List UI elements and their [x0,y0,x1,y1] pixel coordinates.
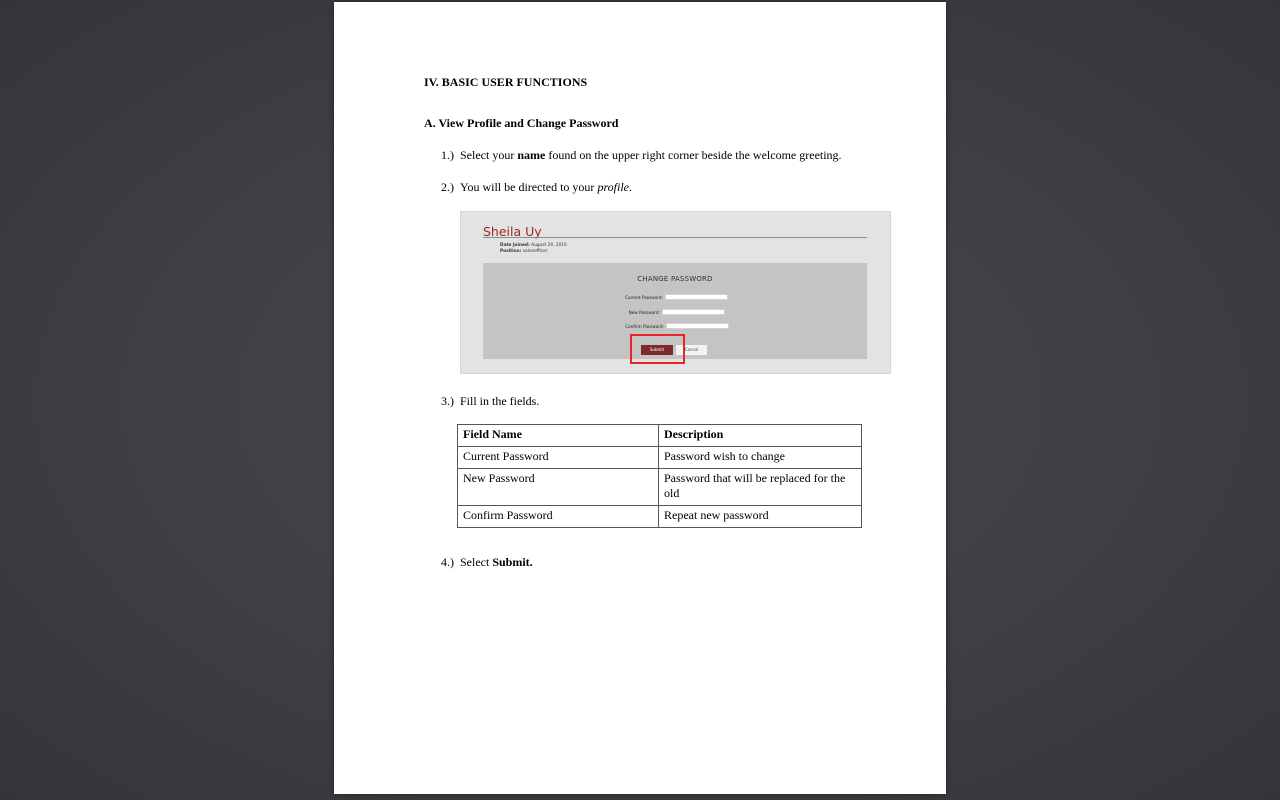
profile-divider [483,237,867,238]
column-header-description: Description [658,424,862,447]
current-password-field [665,294,728,300]
section-title: IV. BASIC USER FUNCTIONS [424,75,588,89]
step-text: Fill in the fields. [460,394,540,408]
table-cell-description: Password that will be replaced for the o… [658,468,862,506]
new-password-field [662,309,725,315]
submit-highlight-box [630,334,685,364]
confirm-password-label: Confirm Password: [625,324,664,329]
confirm-password-field [666,323,729,329]
step-text-tail: . [629,180,632,194]
fields-table: Field Name Description Current Password … [457,424,862,528]
column-header-field-name: Field Name [457,424,659,447]
table-row: Confirm Password Repeat new password [457,505,862,528]
step-number: 2.) [441,180,454,194]
table-row: New Password Password that will be repla… [457,468,862,506]
change-password-title: CHANGE PASSWORD [637,275,713,283]
current-password-label: Current Password: [624,295,663,300]
step-text-tail: found on the upper right corner beside t… [545,148,842,162]
step-1: 1.) Select your name found on the upper r… [441,148,842,163]
position-value: salveofficer [522,249,548,254]
step-text: Select [460,555,493,569]
step-number: 4.) [441,555,454,569]
new-password-label: New Password: [628,310,660,315]
date-joined-label: Date Joined: [500,243,530,248]
subsection-title: A. View Profile and Change Password [424,116,619,130]
table-cell-field: Current Password [457,446,659,469]
step-3: 3.) Fill in the fields. [441,394,539,409]
table-header-row: Field Name Description [457,424,862,447]
profile-position: Position: salveofficer [500,249,548,254]
step-text: Select your [460,148,518,162]
table-row: Current Password Password wish to change [457,446,862,469]
step-2: 2.) You will be directed to your profile. [441,180,632,195]
step-emphasis: profile [597,180,629,194]
profile-date-joined: Date Joined: August 29, 2010 [500,243,567,248]
step-text: You will be directed to your [460,180,598,194]
step-4: 4.) Select Submit. [441,555,533,570]
table-cell-field: Confirm Password [457,505,659,528]
position-label: Position: [500,249,522,254]
step-number: 3.) [441,394,454,408]
table-cell-field: New Password [457,468,659,506]
step-number: 1.) [441,148,454,162]
step-emphasis: Submit. [492,555,533,569]
date-joined-value: August 29, 2010 [531,243,567,248]
step-emphasis: name [517,148,546,162]
document-page: IV. BASIC USER FUNCTIONS A. View Profile… [334,2,946,794]
table-cell-description: Password wish to change [658,446,862,469]
table-cell-description: Repeat new password [658,505,862,528]
